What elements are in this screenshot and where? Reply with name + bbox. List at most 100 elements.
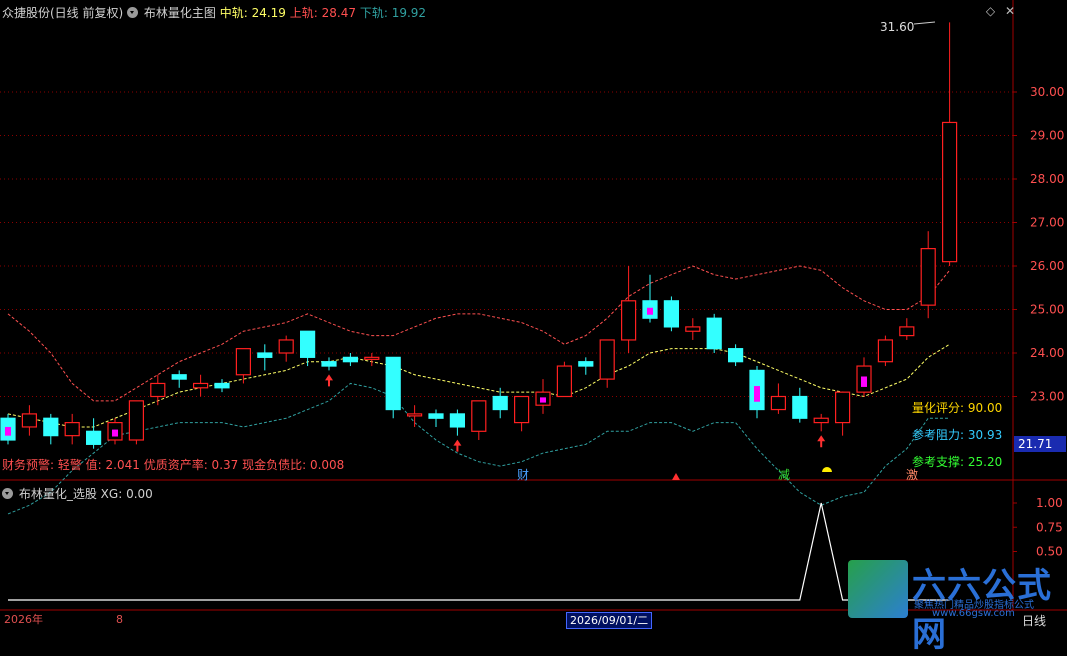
sub-tick-label: 1.00	[1036, 496, 1063, 510]
candle-body	[235, 348, 251, 376]
xg-label: XG:	[100, 487, 123, 501]
upper-value: 28.47	[321, 6, 356, 20]
candle-body	[578, 361, 594, 367]
candle-body	[449, 413, 465, 428]
candle-body	[877, 339, 894, 363]
buy-arrow-icon	[453, 439, 462, 452]
sub-tick-label: 0.50	[1036, 545, 1063, 559]
resistance-value: 30.93	[967, 428, 1003, 442]
candle-body	[941, 121, 958, 263]
resistance-row: 参考阻力: 30.93	[912, 426, 1002, 443]
candle-mark	[5, 426, 11, 436]
support-value: 25.20	[967, 455, 1003, 469]
watermark-url: www.66gsw.com	[932, 608, 1015, 619]
candle-body	[64, 422, 80, 437]
cursor-date: 2026/09/01/二	[566, 612, 653, 629]
candle-body	[300, 330, 316, 358]
candle-body	[85, 430, 102, 445]
month-label: 8	[116, 613, 123, 626]
sub-indicator-name[interactable]: 布林量化_选股	[19, 487, 97, 501]
lower-value: 19.92	[391, 6, 427, 20]
support-row: 参考支撑: 25.20	[912, 453, 1002, 470]
mid-value: 24.19	[251, 6, 286, 20]
candle-body	[278, 339, 294, 354]
candle-body	[171, 374, 187, 380]
xg-value: 0.00	[126, 487, 153, 501]
candle-body	[193, 382, 209, 389]
y-tick-label: 25.00	[1030, 303, 1064, 317]
candle-body	[407, 413, 423, 417]
candle-body	[471, 400, 487, 432]
candle-body	[706, 317, 722, 350]
year-label: 2026年	[4, 613, 43, 626]
y-tick-label: 26.00	[1030, 259, 1064, 273]
candle-body	[364, 356, 380, 360]
main-header: 众捷股份(日线 前复权) 布林量化主图 中轨: 24.19 上轨: 28.47 …	[2, 4, 426, 21]
marker-cai: 财	[517, 468, 529, 482]
candle-body	[321, 361, 337, 367]
candle-body	[620, 300, 637, 341]
buy-arrow-icon	[325, 374, 333, 387]
candle-mark	[647, 307, 653, 315]
stock-title: 众捷股份(日线 前复权)	[2, 6, 124, 20]
candle-mark	[540, 397, 546, 403]
sub-tick-label: 0.75	[1036, 520, 1063, 534]
candle-body	[834, 391, 851, 424]
score-row: 量化评分: 90.00	[912, 399, 1002, 416]
candle-mark	[861, 376, 867, 387]
candle-body	[150, 382, 166, 398]
candle-body	[128, 400, 144, 441]
xg-series-line	[8, 502, 950, 601]
candle-body	[556, 365, 573, 398]
candle-body	[513, 395, 530, 424]
candle-body	[21, 413, 37, 428]
candle-body	[727, 348, 744, 363]
score-label: 量化评分:	[912, 401, 965, 415]
high-annotation: 31.60	[880, 20, 915, 34]
candle-body	[257, 352, 273, 358]
indicator-menu-icon[interactable]	[127, 7, 139, 18]
high-pointer	[913, 21, 936, 25]
candle-mark	[112, 429, 118, 437]
panel-tools: ◇ ✕	[986, 4, 1015, 18]
sun-icon	[822, 467, 832, 472]
upper-label: 上轨:	[289, 6, 318, 20]
candle-body	[920, 248, 936, 306]
candle-body	[685, 326, 701, 332]
close-icon[interactable]: ✕	[1005, 4, 1015, 18]
current-price-tag: 21.71	[1014, 436, 1066, 452]
diamond-icon[interactable]: ◇	[986, 4, 995, 18]
candle-body	[214, 382, 230, 389]
watermark-logo-icon	[848, 560, 908, 618]
sub-header: 布林量化_选股 XG: 0.00	[2, 485, 153, 502]
lower-label: 下轨:	[359, 6, 388, 20]
sub-indicator-menu-icon[interactable]	[2, 488, 13, 499]
y-tick-label: 23.00	[1030, 390, 1064, 404]
y-tick-label: 29.00	[1030, 129, 1064, 143]
y-tick-label: 28.00	[1030, 172, 1064, 186]
kline-chart-canvas[interactable]: 23.00 24.00 25.00 26.00 27.00 28.00 29.00 30.00…	[0, 0, 1067, 630]
candle-body	[385, 356, 401, 411]
candle-mark	[754, 386, 760, 402]
candle-body	[813, 417, 829, 424]
candle-body	[43, 417, 59, 437]
y-tick-label: 24.00	[1030, 346, 1064, 360]
marker-ji: 激	[906, 468, 918, 482]
candle-body	[428, 413, 444, 419]
candle-body	[599, 339, 615, 380]
score-value: 90.00	[967, 401, 1003, 415]
support-label: 参考支撑:	[912, 455, 965, 469]
small-up-icon	[672, 473, 680, 480]
upper-band-line	[7, 265, 950, 402]
buy-arrow-icon	[817, 435, 826, 448]
candle-body	[770, 395, 787, 411]
y-tick-label: 27.00	[1030, 216, 1064, 230]
candle-body	[492, 395, 508, 411]
marker-jian: 减	[778, 468, 790, 482]
candle-body	[899, 326, 915, 337]
finance-warning: 财务预警: 轻警 值: 2.041 优质资产率: 0.37 现金负债比: 0.0…	[2, 458, 345, 472]
candle-body	[342, 356, 358, 363]
y-tick-label: 30.00	[1030, 85, 1064, 99]
resistance-label: 参考阻力:	[912, 428, 965, 442]
indicator-name[interactable]: 布林量化主图	[144, 6, 216, 20]
